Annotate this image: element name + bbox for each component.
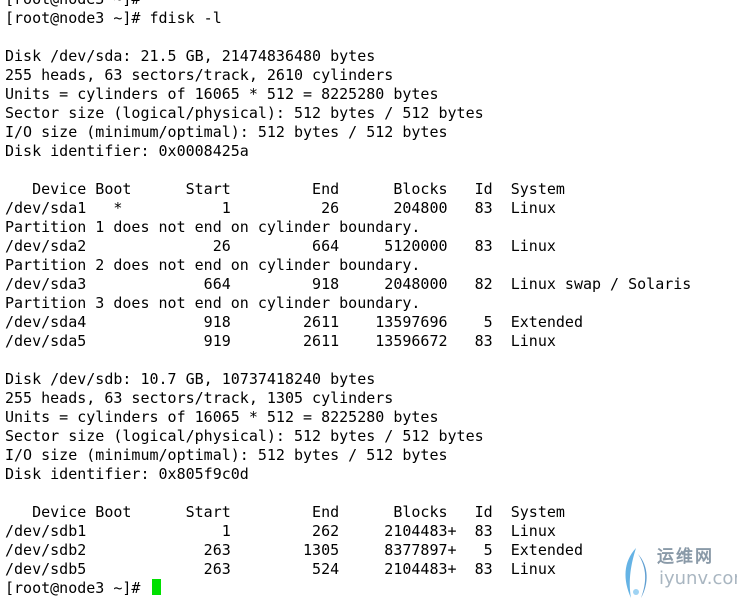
terminal-line: I/O size (minimum/optimal): 512 bytes / … xyxy=(5,123,448,141)
terminal-line: Partition 2 does not end on cylinder bou… xyxy=(5,256,421,274)
terminal-line: 255 heads, 63 sectors/track, 2610 cylind… xyxy=(5,66,394,84)
terminal-line: Device Boot Start End Blocks Id System xyxy=(5,180,565,198)
watermark-en-text: iyunv.com xyxy=(659,568,737,589)
terminal-line: Units = cylinders of 16065 * 512 = 82252… xyxy=(5,85,439,103)
terminal-line: /dev/sda2 26 664 5120000 83 Linux xyxy=(5,237,556,255)
terminal-line: Disk identifier: 0x805f9c0d xyxy=(5,465,249,483)
terminal-line: Disk identifier: 0x0008425a xyxy=(5,142,249,160)
terminal-line: Units = cylinders of 16065 * 512 = 82252… xyxy=(5,408,439,426)
terminal-line: /dev/sda3 664 918 2048000 82 Linux swap … xyxy=(5,275,692,293)
terminal-line: [root@node3 ~]# xyxy=(5,0,737,9)
terminal-line: Disk /dev/sdb: 10.7 GB, 10737418240 byte… xyxy=(5,370,376,388)
terminal-line: I/O size (minimum/optimal): 512 bytes / … xyxy=(5,446,448,464)
watermark: 运维网 iyunv.com xyxy=(619,542,737,600)
terminal-line: Sector size (logical/physical): 512 byte… xyxy=(5,427,484,445)
terminal-window[interactable]: [root@node3 ~]#[root@node3 ~]# fdisk -lD… xyxy=(0,0,737,602)
terminal-line: 255 heads, 63 sectors/track, 1305 cylind… xyxy=(5,389,394,407)
terminal-line: /dev/sda4 918 2611 13597696 5 Extended xyxy=(5,313,583,331)
terminal-line: [root@node3 ~]# fdisk -l xyxy=(5,9,222,27)
terminal-line: Disk /dev/sda: 21.5 GB, 21474836480 byte… xyxy=(5,47,376,65)
terminal-line: Device Boot Start End Blocks Id System xyxy=(5,503,565,521)
terminal-line: Sector size (logical/physical): 512 byte… xyxy=(5,104,484,122)
terminal-line: Partition 3 does not end on cylinder bou… xyxy=(5,294,421,312)
terminal-prompt: [root@node3 ~]# xyxy=(5,579,150,597)
iyunv-logo-icon xyxy=(625,548,647,598)
terminal-output: [root@node3 ~]#[root@node3 ~]# fdisk -l D… xyxy=(5,0,737,579)
terminal-line: /dev/sdb1 1 262 2104483+ 83 Linux xyxy=(5,522,556,540)
terminal-line: /dev/sda5 919 2611 13596672 83 Linux xyxy=(5,332,556,350)
terminal-line: Partition 1 does not end on cylinder bou… xyxy=(5,218,421,236)
watermark-cn-text: 运维网 xyxy=(657,547,714,567)
terminal-line: /dev/sda1 * 1 26 204800 83 Linux xyxy=(5,199,556,217)
terminal-cursor xyxy=(151,579,161,595)
